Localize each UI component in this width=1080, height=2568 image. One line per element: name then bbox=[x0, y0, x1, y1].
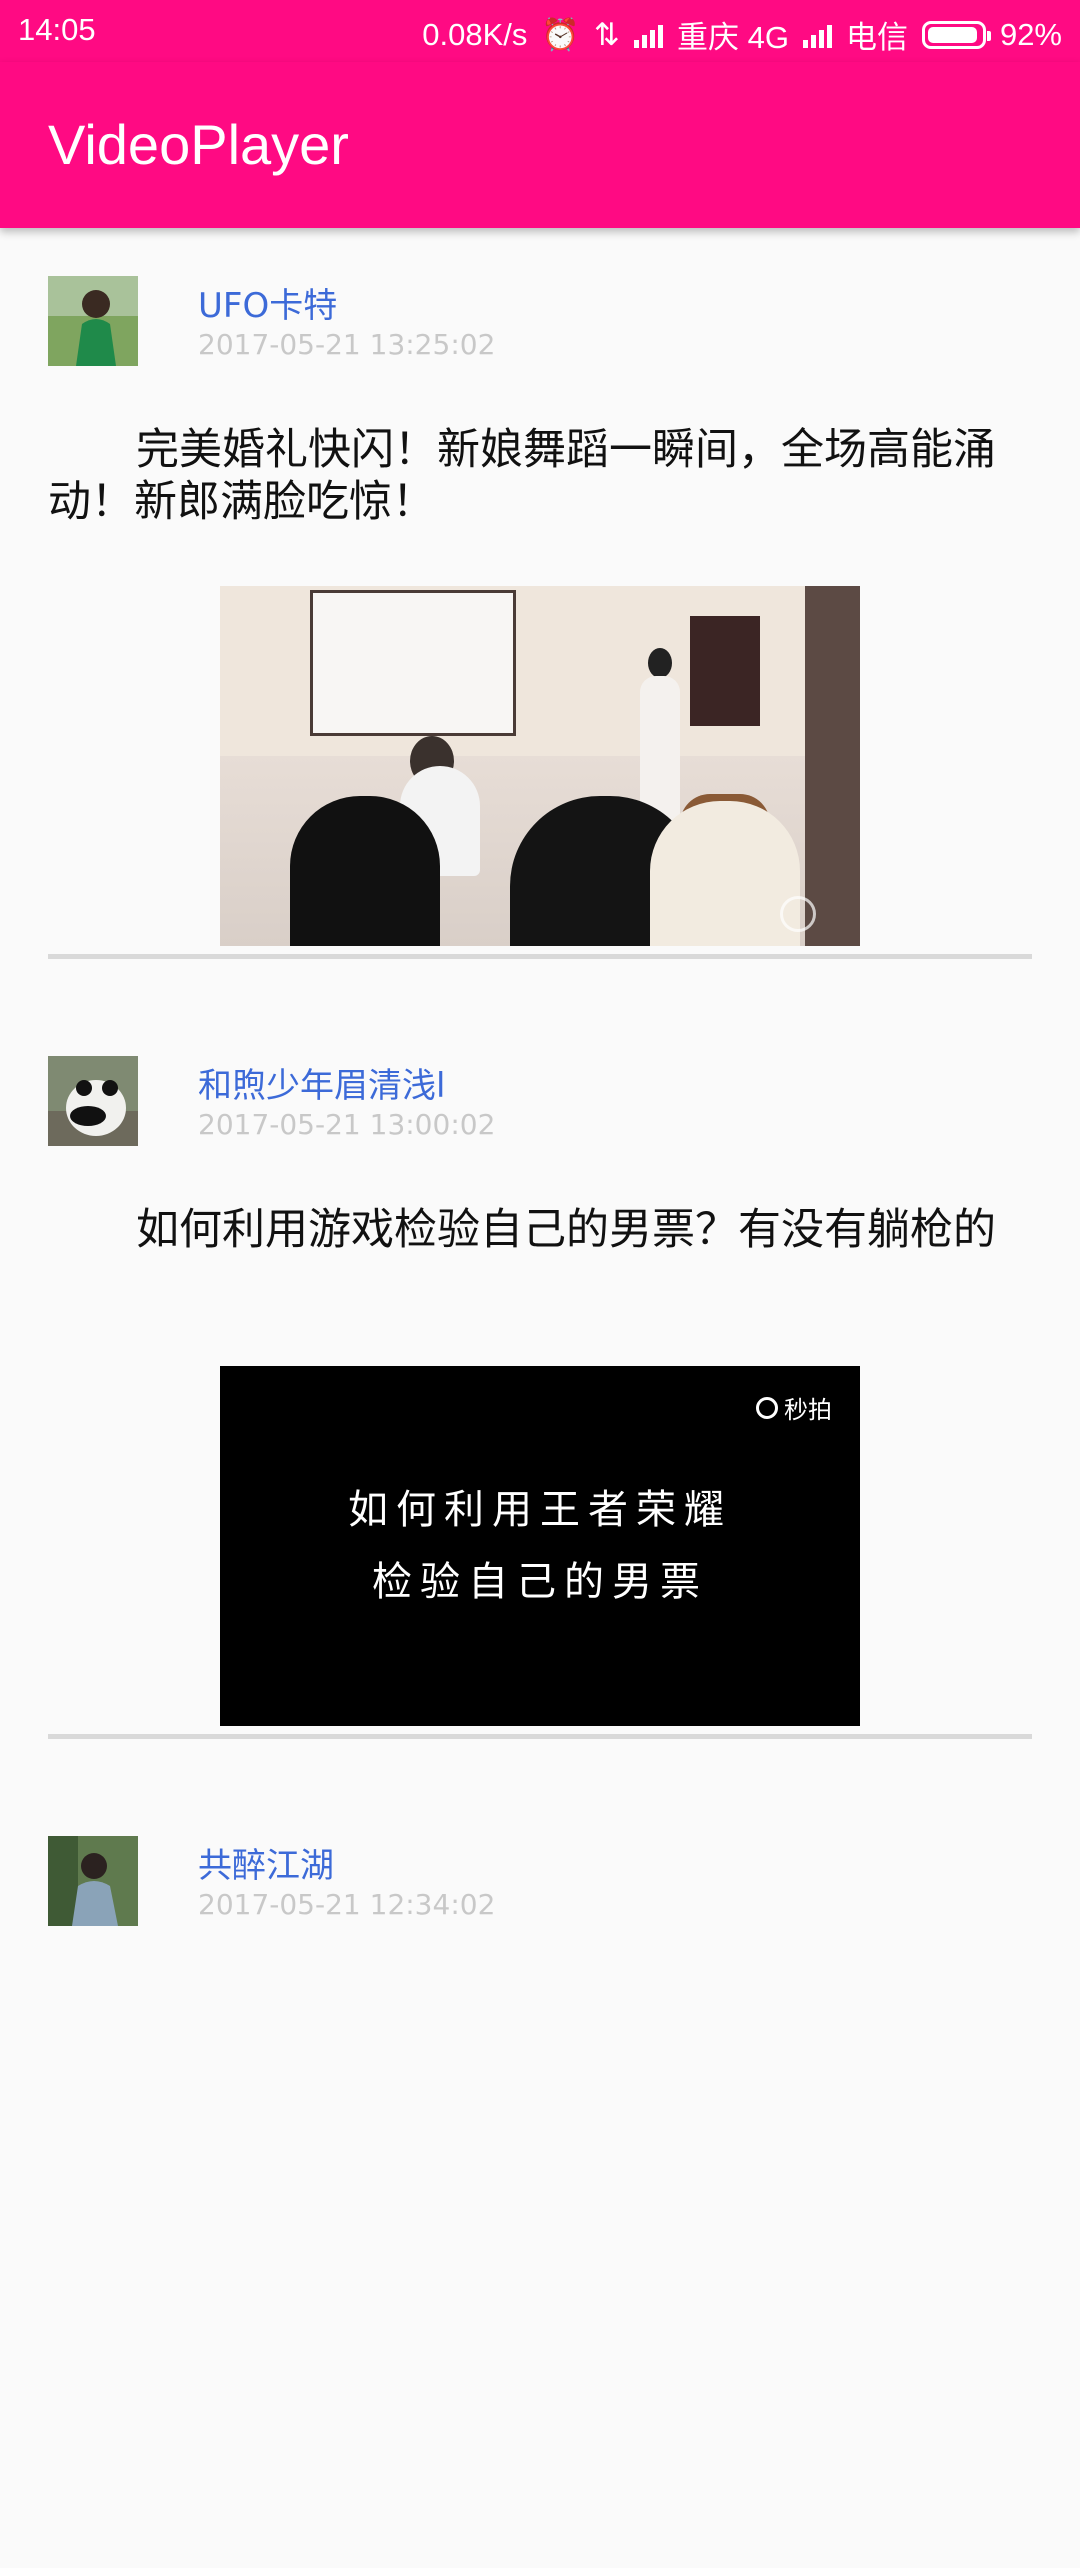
divider bbox=[48, 1734, 1032, 1739]
post-title: 完美婚礼快闪！新娘舞蹈一瞬间，全场高能涌动！新郎满脸吃惊！ bbox=[48, 425, 996, 527]
data-arrows-icon: ⇅ bbox=[594, 16, 620, 52]
avatar[interactable] bbox=[48, 276, 138, 366]
video-thumbnail[interactable] bbox=[220, 586, 860, 946]
app-title: VideoPlayer bbox=[48, 113, 349, 176]
post-title: 如何利用游戏检验自己的男票？有没有躺枪的 bbox=[136, 1205, 996, 1255]
username[interactable]: 和煦少年眉清浅l bbox=[198, 1058, 445, 1107]
post-time: 2017-05-21 12:34:02 bbox=[198, 1888, 496, 1921]
username[interactable]: 共醉江湖 bbox=[198, 1838, 334, 1887]
feed-item: 共醉江湖 2017-05-21 12:34:02 bbox=[0, 1788, 1080, 2568]
post-time: 2017-05-21 13:25:02 bbox=[198, 328, 496, 361]
carrier-secondary: 电信 bbox=[845, 20, 908, 55]
app-bar: VideoPlayer bbox=[0, 62, 1080, 228]
network-speed: 0.08K/s bbox=[422, 16, 528, 52]
status-time: 14:05 bbox=[18, 12, 96, 47]
feed-item: 和煦少年眉清浅l 2017-05-21 13:00:02 如何利用游戏检验自己的… bbox=[0, 1008, 1080, 1788]
signal-icon bbox=[633, 22, 663, 48]
alarm-icon: ⏰ bbox=[541, 17, 580, 52]
avatar[interactable] bbox=[48, 1056, 138, 1146]
camera-logo-icon bbox=[756, 1396, 778, 1419]
feed-item: UFO卡特 2017-05-21 13:25:02 完美婚礼快闪！新娘舞蹈一瞬间… bbox=[0, 228, 1080, 1008]
status-icons: 0.08K/s ⏰ ⇅ 重庆 4G 电信 92% bbox=[422, 12, 1062, 57]
signal-icon-2 bbox=[802, 22, 832, 48]
video-caption: 如何利用王者荣耀 检验自己的男票 bbox=[348, 1487, 732, 1605]
post-time: 2017-05-21 13:00:02 bbox=[198, 1108, 496, 1141]
watermark-icon bbox=[780, 896, 816, 932]
divider bbox=[48, 954, 1032, 959]
battery-icon bbox=[921, 20, 991, 49]
username[interactable]: UFO卡特 bbox=[198, 278, 337, 327]
battery-level: 92% bbox=[999, 16, 1062, 52]
video-feed[interactable]: UFO卡特 2017-05-21 13:25:02 完美婚礼快闪！新娘舞蹈一瞬间… bbox=[0, 228, 1080, 2568]
avatar[interactable] bbox=[48, 1836, 138, 1926]
carrier-primary: 重庆 4G bbox=[676, 20, 789, 55]
video-thumbnail[interactable]: 秒拍 如何利用王者荣耀 检验自己的男票 bbox=[220, 1366, 860, 1726]
status-bar: 14:05 0.08K/s ⏰ ⇅ 重庆 4G 电信 92% bbox=[0, 0, 1080, 62]
video-watermark: 秒拍 bbox=[756, 1390, 832, 1425]
